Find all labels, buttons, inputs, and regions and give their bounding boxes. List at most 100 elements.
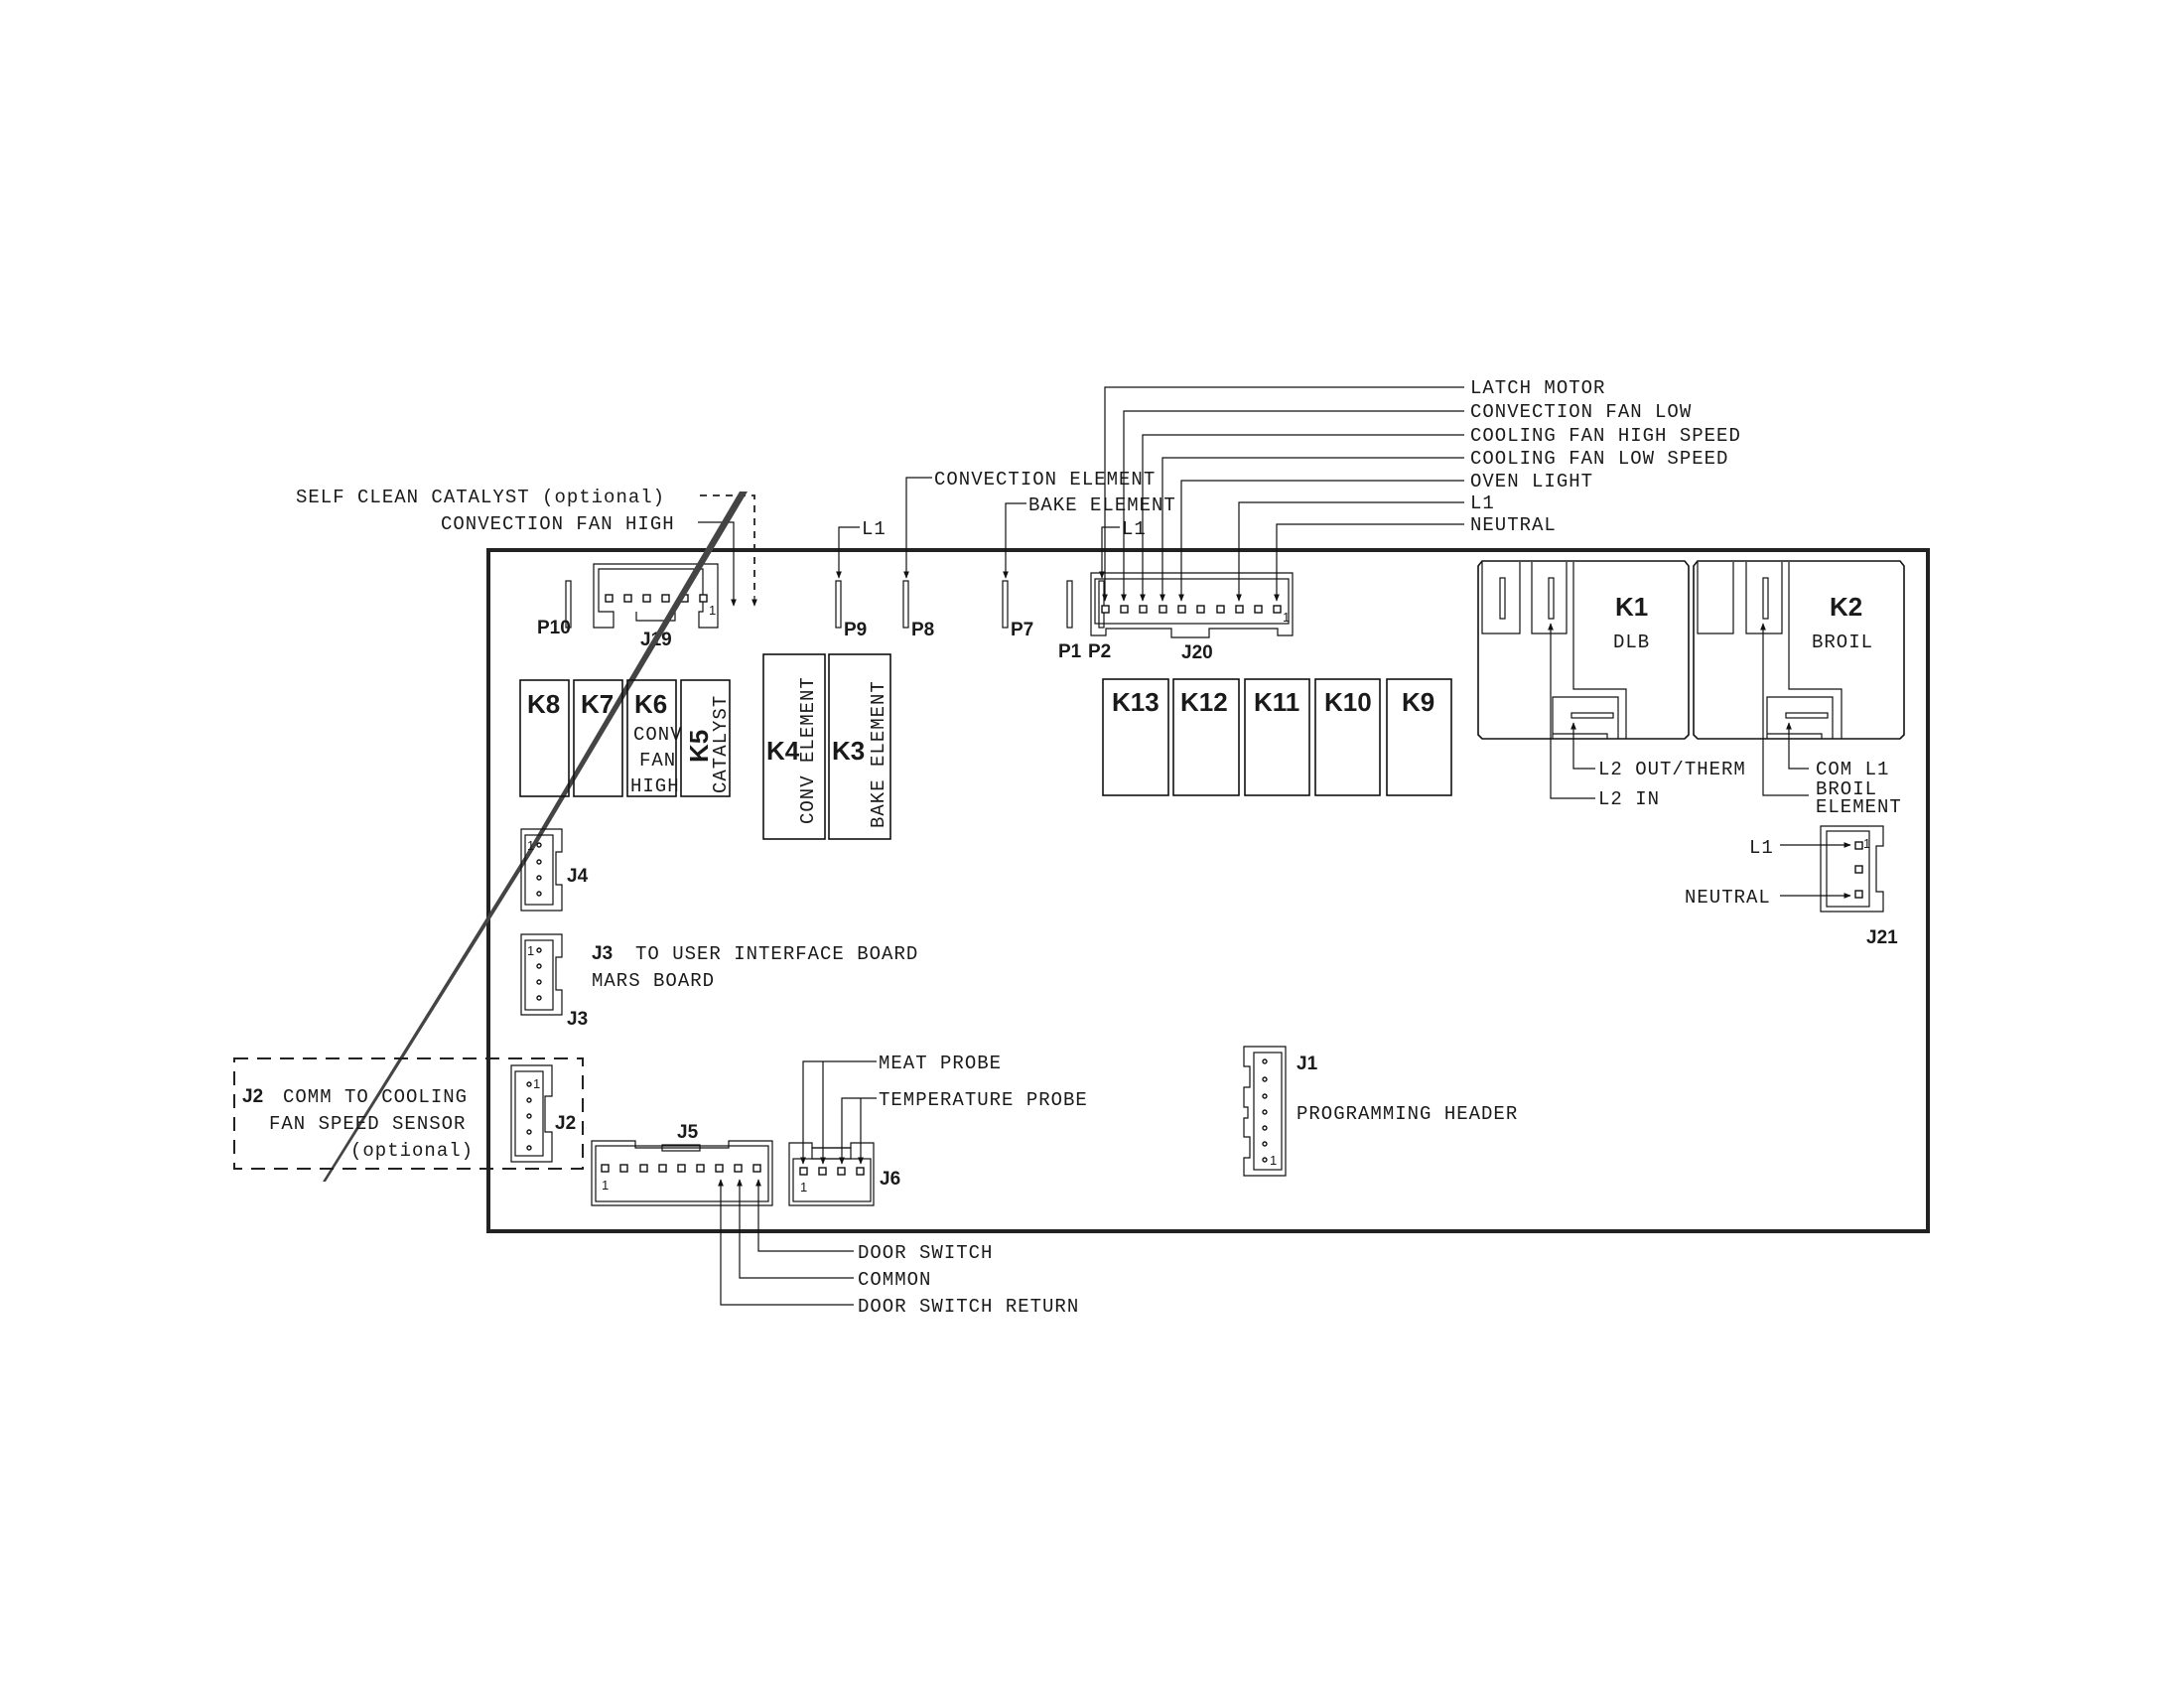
j2-connector: [510, 1064, 553, 1163]
relay-k4: K4 CONV ELEMENT: [762, 653, 826, 840]
svg-text:FAN: FAN: [639, 750, 676, 772]
p1-pin: [1066, 580, 1073, 629]
j5-leaders: [718, 1179, 854, 1306]
j3-pin1-label: 1: [527, 943, 534, 958]
k1-l2-out-therm-label: L2 OUT/THERM: [1598, 759, 1746, 780]
j21-l1-label: L1: [1749, 837, 1774, 859]
svg-text:K13: K13: [1112, 687, 1160, 717]
p9-l1-label: L1: [862, 518, 887, 540]
j20-label-cooling-fan-high-speed: COOLING FAN HIGH SPEED: [1470, 425, 1741, 447]
j2-prefix-label: J2: [242, 1086, 263, 1107]
j4-label: J4: [567, 866, 589, 887]
p9-label: P9: [844, 620, 867, 640]
svg-text:CATALYST: CATALYST: [710, 695, 732, 793]
j20-label-latch-motor: LATCH MOTOR: [1470, 377, 1605, 399]
k1-l2-in-label: L2 IN: [1598, 788, 1660, 810]
svg-text:K4: K4: [766, 736, 800, 766]
j2-description-line1: COMM TO COOLING: [283, 1086, 468, 1108]
p8-pin: [902, 580, 909, 629]
j20-label: J20: [1181, 642, 1213, 663]
relay-k1: K1 DLB: [1477, 560, 1690, 740]
label-self-clean-catalyst: SELF CLEAN CATALYST (optional): [296, 487, 665, 508]
k2-com-l1-label: COM L1: [1816, 759, 1889, 780]
bake-element-label: BAKE ELEMENT: [1028, 494, 1176, 516]
j20-label-neutral: NEUTRAL: [1470, 514, 1557, 536]
svg-text:K9: K9: [1402, 687, 1434, 717]
relay-k13: K13: [1102, 678, 1169, 796]
relay-k6: K6 CONV FAN HIGH: [626, 679, 683, 797]
relay-k2: K2 BROIL: [1693, 560, 1905, 740]
j6-label-meat-probe: MEAT PROBE: [879, 1053, 1002, 1074]
svg-text:HIGH: HIGH: [630, 775, 680, 797]
relay-k5: K5 CATALYST: [680, 679, 732, 797]
j19-pin1-label: 1: [709, 603, 716, 618]
j6-label-temperature-probe: TEMPERATURE PROBE: [879, 1089, 1088, 1111]
p2-label: P2: [1088, 641, 1111, 662]
relay-k10: K10: [1314, 678, 1381, 796]
j1-pin1-label: 1: [1270, 1153, 1277, 1168]
j1-connector: [1243, 1046, 1287, 1177]
svg-text:K7: K7: [581, 689, 614, 719]
j3-description-line2: MARS BOARD: [592, 970, 715, 992]
j3-description-line1: TO USER INTERFACE BOARD: [635, 943, 918, 965]
j1-label-programming-header: PROGRAMMING HEADER: [1297, 1103, 1518, 1125]
j5-label: J5: [677, 1122, 699, 1143]
relay-k8: K8: [519, 679, 570, 797]
svg-text:K2: K2: [1830, 592, 1862, 622]
relay-k3: K3 BAKE ELEMENT: [828, 653, 891, 840]
relay-k12: K12: [1172, 678, 1240, 796]
k1-l2-out-therm-leader: [1570, 722, 1595, 770]
svg-text:K3: K3: [832, 736, 865, 766]
j20-label-l1: L1: [1470, 492, 1495, 514]
p8-label: P8: [911, 620, 934, 640]
j20-connector: [1090, 572, 1294, 638]
j4-pin1-label: 1: [527, 838, 534, 853]
p2-pin: [1098, 580, 1105, 629]
svg-text:CONV: CONV: [633, 724, 683, 746]
j2-description-line3: (optional): [350, 1140, 474, 1162]
svg-text:K1: K1: [1615, 592, 1648, 622]
p7-pin: [1002, 580, 1009, 629]
j5-label-door-switch: DOOR SWITCH: [858, 1242, 993, 1264]
k2-com-l1-leader: [1786, 722, 1809, 770]
j2-label: J2: [555, 1113, 576, 1134]
p10-label: P10: [537, 618, 571, 638]
relay-k11: K11: [1244, 678, 1310, 796]
svg-text:DLB: DLB: [1613, 632, 1650, 653]
j21-connector: [1820, 825, 1884, 913]
j6-label: J6: [880, 1169, 900, 1190]
svg-text:K8: K8: [527, 689, 560, 719]
j20-label-convection-fan-low: CONVECTION FAN LOW: [1470, 401, 1692, 423]
j2-pin1-label: 1: [533, 1076, 540, 1091]
j20-label-cooling-fan-low-speed: COOLING FAN LOW SPEED: [1470, 448, 1728, 470]
label-convection-fan-high: CONVECTION FAN HIGH: [441, 513, 675, 535]
p1-label: P1: [1058, 641, 1082, 662]
j6-pin1-label: 1: [800, 1180, 807, 1195]
p9-leader: [836, 526, 860, 579]
j2-description-line2: FAN SPEED SENSOR: [269, 1113, 466, 1135]
p7-leader: [1003, 502, 1026, 579]
j20-pin1-label: 1: [1283, 610, 1290, 625]
k2-broil-element-leader: [1760, 623, 1809, 796]
j5-pin1-label: 1: [602, 1178, 609, 1193]
j5-label-common: COMMON: [858, 1269, 931, 1291]
j21-pin1-label: 1: [1863, 836, 1870, 851]
svg-text:CONV ELEMENT: CONV ELEMENT: [797, 676, 819, 824]
j3-label: J3: [567, 1009, 588, 1030]
svg-text:K11: K11: [1254, 687, 1299, 717]
k2-element-label: ELEMENT: [1816, 796, 1902, 818]
p9-pin: [835, 580, 842, 629]
relay-k9: K9: [1386, 678, 1452, 796]
svg-text:K6: K6: [634, 689, 667, 719]
j1-label: J1: [1297, 1054, 1318, 1074]
j19-connector: [593, 563, 719, 629]
convection-element-label: CONVECTION ELEMENT: [934, 469, 1156, 491]
j20-label-oven-light: OVEN LIGHT: [1470, 471, 1593, 492]
j21-neutral-label: NEUTRAL: [1685, 887, 1771, 909]
svg-text:BAKE ELEMENT: BAKE ELEMENT: [868, 680, 889, 828]
j5-label-door-switch-return: DOOR SWITCH RETURN: [858, 1296, 1079, 1318]
p8-leader: [903, 477, 932, 579]
j5-connector: [591, 1140, 773, 1206]
j3-prefix-label: J3: [592, 943, 613, 964]
p7-label: P7: [1011, 620, 1033, 640]
